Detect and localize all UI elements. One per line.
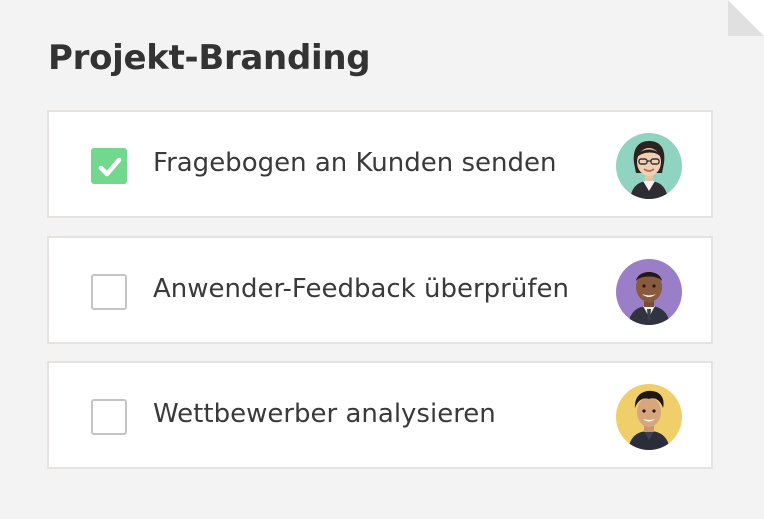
assignee-avatar[interactable]: [616, 259, 682, 325]
assignee-avatar[interactable]: [616, 133, 682, 199]
task-label: Wettbewerber analysieren: [153, 399, 496, 429]
project-card: Projekt-Branding Fragebogen an Kunden se…: [0, 0, 764, 519]
task-label: Anwender-Feedback überprüfen: [153, 274, 569, 304]
checkmark-icon: [98, 157, 122, 177]
task-checkbox[interactable]: [91, 399, 127, 435]
task-checkbox[interactable]: [91, 274, 127, 310]
project-title: Projekt-Branding: [48, 38, 371, 78]
task-item[interactable]: Wettbewerber analysieren: [47, 361, 713, 469]
page-corner-fold-icon: [728, 0, 764, 36]
task-checkbox[interactable]: [91, 148, 127, 184]
task-item[interactable]: Anwender-Feedback überprüfen: [47, 236, 713, 344]
assignee-avatar[interactable]: [616, 384, 682, 450]
task-label: Fragebogen an Kunden senden: [153, 148, 557, 178]
task-item[interactable]: Fragebogen an Kunden senden: [47, 110, 713, 218]
